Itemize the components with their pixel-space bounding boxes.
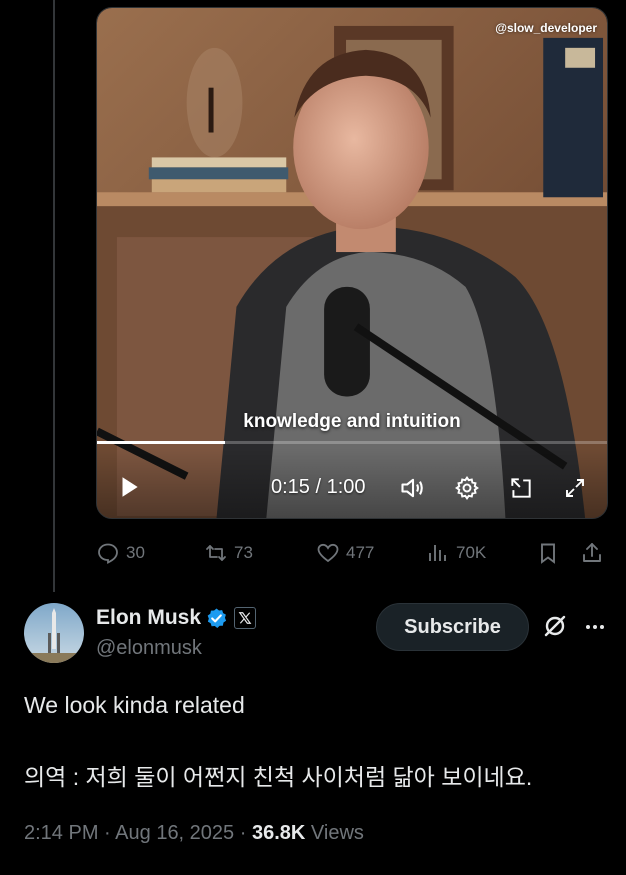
subscribe-button[interactable]: Subscribe xyxy=(376,603,529,651)
repost-icon xyxy=(206,545,226,561)
analytics-icon xyxy=(429,545,446,561)
share-button[interactable] xyxy=(580,537,610,569)
video-caption: knowledge and intuition xyxy=(243,411,461,432)
like-button[interactable]: 477 xyxy=(316,537,374,569)
play-icon xyxy=(122,477,138,497)
bookmark-icon xyxy=(541,543,555,564)
expand-icon xyxy=(566,479,584,497)
reply-icon xyxy=(98,543,118,564)
volume-button[interactable] xyxy=(397,472,429,504)
play-button[interactable] xyxy=(113,471,145,503)
video-time-display: 0:15 / 1:00 xyxy=(271,476,366,498)
more-options-icon[interactable] xyxy=(582,614,608,640)
meta-separator: · xyxy=(239,822,247,844)
tweet-text: We look kinda related 의역 : 저희 둘이 어쩐지 친척 … xyxy=(24,690,604,792)
author-display-name[interactable]: Elon Musk xyxy=(96,606,201,630)
grok-icon[interactable] xyxy=(541,612,569,640)
gear-icon xyxy=(455,476,479,500)
settings-button[interactable] xyxy=(451,472,483,504)
bookmark-button[interactable] xyxy=(536,537,566,569)
thread-connector-line xyxy=(53,0,55,592)
verified-badge-icon xyxy=(207,607,227,628)
tweet-time[interactable]: 2:14 PM xyxy=(24,822,98,844)
tweet-actions-bar: 30 73 477 70K xyxy=(96,537,608,569)
video-watermark: @slow_developer xyxy=(495,21,597,35)
heart-icon xyxy=(317,543,339,563)
affiliate-badge[interactable] xyxy=(234,607,257,629)
video-progress-bar[interactable] xyxy=(97,441,607,444)
video-progress-fill xyxy=(97,441,225,444)
video-player[interactable]: @slow_developer knowledge and intuition … xyxy=(96,7,608,519)
picture-in-picture-button[interactable] xyxy=(505,472,537,504)
repost-count: 73 xyxy=(234,543,253,562)
share-icon xyxy=(583,543,601,562)
author-handle[interactable]: @elonmusk xyxy=(96,637,202,660)
speaker-icon xyxy=(401,478,423,498)
tweet-text-line-1: We look kinda related xyxy=(24,692,245,718)
tweet-metadata: 2:14 PM · Aug 16, 2025 · 36.8K Views xyxy=(24,822,364,845)
repost-button[interactable]: 73 xyxy=(204,537,253,569)
avatar[interactable] xyxy=(24,603,84,663)
reply-button[interactable]: 30 xyxy=(96,537,145,569)
author-name-row: Elon Musk xyxy=(96,604,257,632)
views-button[interactable]: 70K xyxy=(426,537,486,569)
tweet-views-label: Views xyxy=(310,822,364,844)
reply-count: 30 xyxy=(126,543,145,562)
views-count: 70K xyxy=(456,543,487,562)
tweet-date[interactable]: Aug 16, 2025 xyxy=(115,822,234,844)
pip-icon xyxy=(511,478,531,498)
tweet-views-count: 36.8K xyxy=(251,822,306,844)
fullscreen-button[interactable] xyxy=(559,472,591,504)
tweet-text-line-2: 의역 : 저희 둘이 어쩐지 친척 사이처럼 닮아 보이네요. xyxy=(24,764,533,790)
x-logo-icon xyxy=(238,612,252,624)
like-count: 477 xyxy=(346,543,375,562)
rocket-launch-avatar-image xyxy=(24,603,84,663)
meta-separator: · xyxy=(104,822,111,844)
